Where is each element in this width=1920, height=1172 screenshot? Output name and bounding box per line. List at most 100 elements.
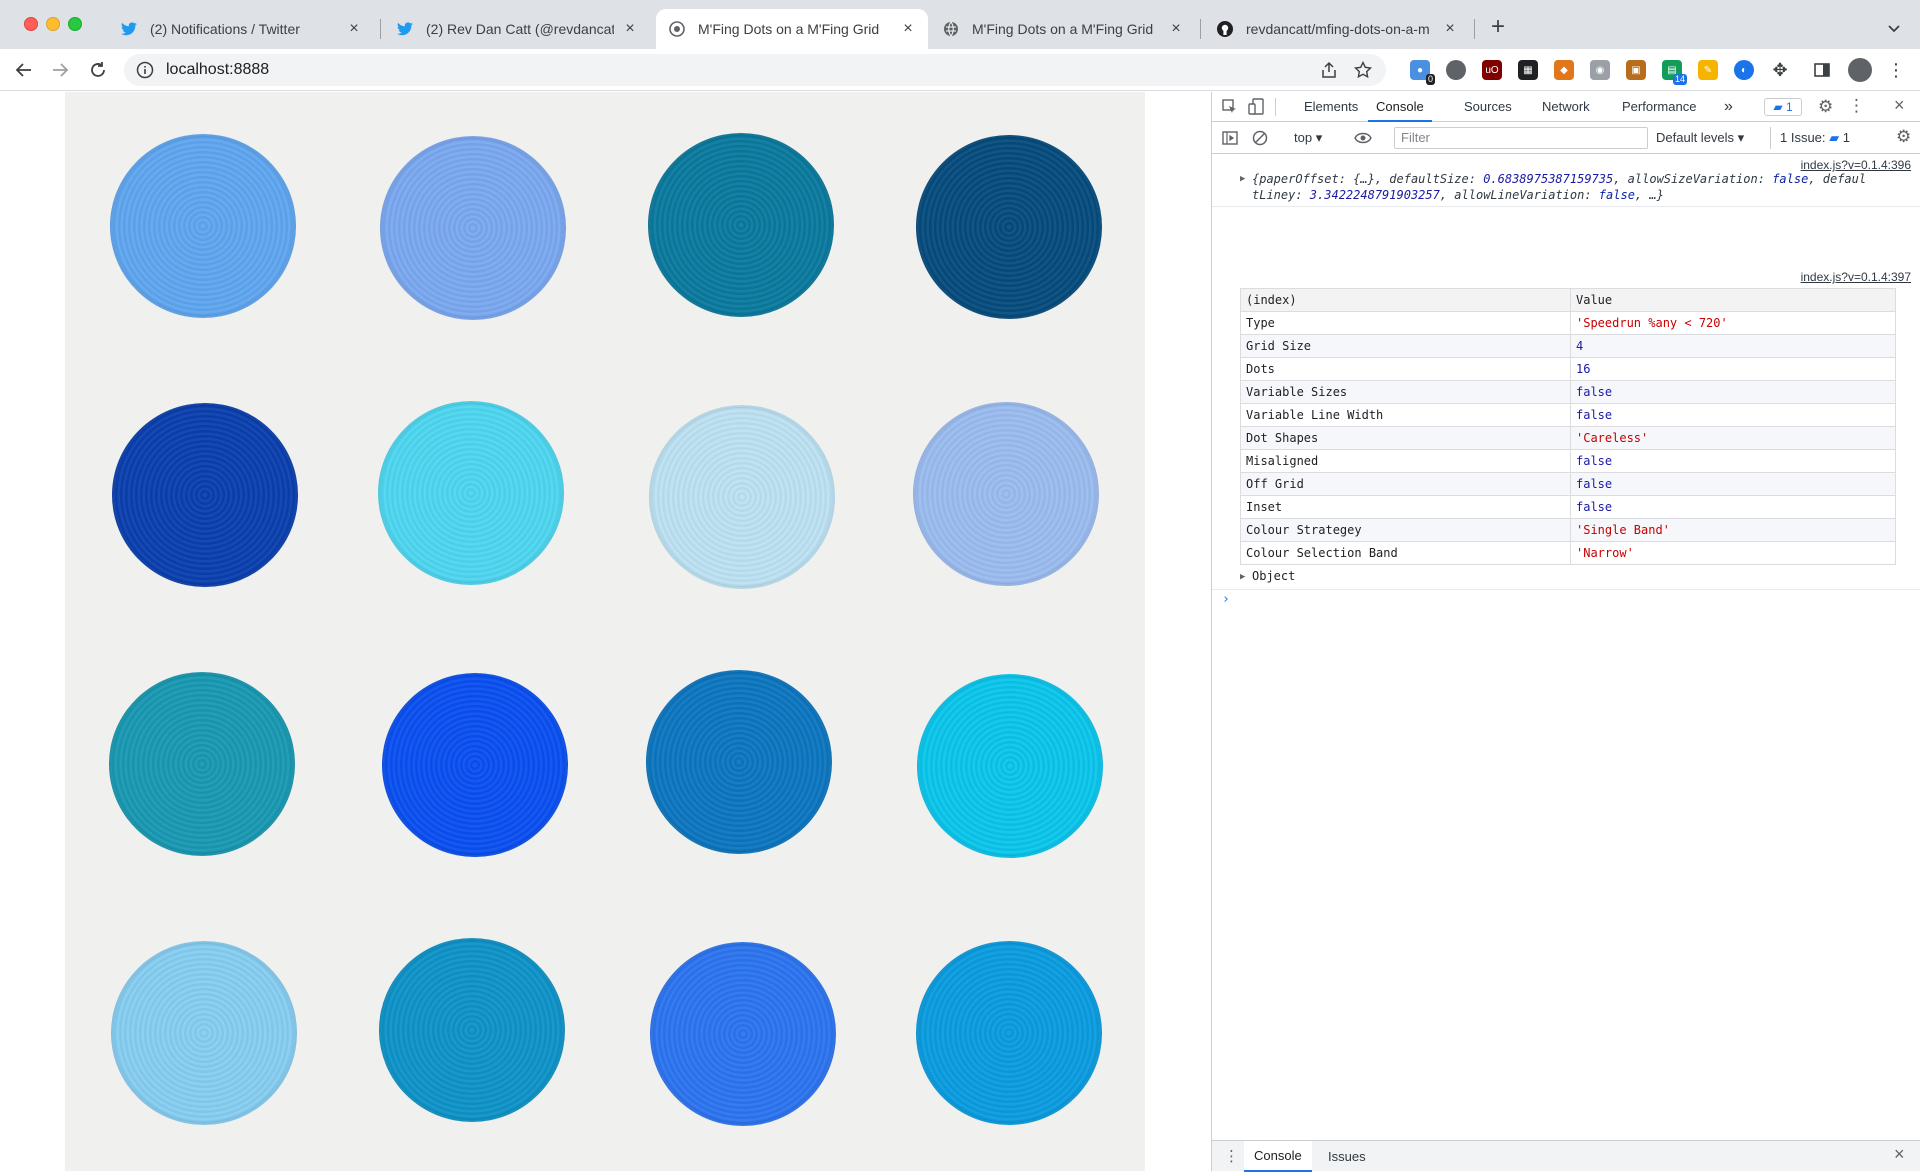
reload-button[interactable] [86,58,110,82]
art-canvas[interactable] [65,92,1145,1171]
log-divider [1212,206,1920,207]
close-icon[interactable]: × [622,21,638,37]
tab-divider [1474,19,1475,39]
more-tabs-chevron-icon[interactable]: » [1724,92,1733,122]
tab-title: M'Fing Dots on a M'Fing Grid [972,21,1154,37]
expand-triangle-icon[interactable]: ▶ [1240,174,1245,184]
tab-search-chevron-icon[interactable] [1884,18,1904,38]
browser-tab[interactable]: (2) Rev Dan Catt (@revdancatt × [384,9,650,49]
drawer-tab-issues[interactable]: Issues [1328,1141,1366,1172]
expand-triangle-icon[interactable]: ▶ [1240,572,1245,582]
table-row: Colour Strategey 'Single Band' [1240,518,1896,542]
tab-console[interactable]: Console [1368,92,1432,122]
table-cell-value: 16 [1570,357,1896,381]
back-button[interactable] [12,58,36,82]
pencil-icon[interactable]: ✎ [1698,60,1718,80]
metamask-fox-icon[interactable]: ◆ [1554,60,1574,80]
close-icon[interactable]: × [1168,21,1184,37]
extension-box-icon[interactable]: ▣ [1626,60,1646,80]
table-cell-value: false [1570,495,1896,519]
table-row: Dot Shapes 'Careless' [1240,426,1896,450]
grid-dot [916,135,1102,319]
camera-icon[interactable]: ◉ [1590,60,1610,80]
grid-dot [913,402,1099,586]
messages-badge[interactable]: ▰ 1 [1764,98,1802,116]
log-source-link[interactable]: index.js?v=0.1.4:397 [1801,270,1911,284]
tab-performance[interactable]: Performance [1622,92,1696,122]
issues-button[interactable]: 1 Issue: ▰ 1 [1780,130,1850,146]
console-settings-gear-icon[interactable]: ⚙ [1896,127,1911,147]
grid-dot [379,938,565,1122]
info-icon[interactable] [136,61,154,79]
tab-strip: (2) Notifications / Twitter × (2) Rev Da… [0,0,1920,49]
bookmark-star-icon[interactable] [1354,61,1372,79]
new-tab-button[interactable]: + [1486,15,1510,40]
avatar[interactable] [1848,58,1872,82]
drawer-menu-icon[interactable]: ⋮ [1224,1147,1239,1165]
share-icon[interactable] [1320,61,1338,79]
close-icon[interactable]: × [900,21,916,37]
close-icon[interactable]: × [346,21,362,37]
ublock-icon[interactable]: uO [1482,60,1502,80]
clear-console-icon[interactable] [1252,130,1268,146]
extensions-puzzle-icon[interactable]: ✥ [1770,60,1790,80]
minimize-window-button[interactable] [46,17,60,31]
github-icon [1216,20,1234,38]
tab-title: revdancatt/mfing-dots-on-a-m [1246,21,1430,37]
table-header-index[interactable]: (index) [1240,288,1571,312]
kebab-menu-icon[interactable]: ⋮ [1886,60,1906,80]
forward-button[interactable] [48,58,72,82]
table-header-value[interactable]: Value [1570,288,1896,312]
table-cell-value: false [1570,472,1896,496]
browser-tab-active[interactable]: M'Fing Dots on a M'Fing Grid × [656,9,928,49]
table-row: Variable Line Width false [1240,403,1896,427]
grid-dot [646,670,832,854]
object-entry[interactable]: Object [1252,569,1295,583]
browser-tab[interactable]: revdancatt/mfing-dots-on-a-m × [1204,9,1470,49]
table-row: Inset false [1240,495,1896,519]
extension-bird-icon[interactable] [1446,60,1466,80]
extension-badge: 0 [1425,74,1435,85]
browser-tab[interactable]: (2) Notifications / Twitter × [108,9,374,49]
address-bar[interactable]: localhost:8888 [124,54,1386,86]
settings-gear-icon[interactable]: ⚙ [1818,97,1833,117]
kebab-menu-icon[interactable]: ⋮ [1848,96,1865,116]
toolbar-divider [1275,98,1276,116]
tab-elements[interactable]: Elements [1304,92,1358,122]
devtools-tabbar: Elements Console Sources Network Perform… [1212,92,1920,122]
log-object-line[interactable]: {paperOffset: {…}, defaultSize: 0.683897… [1252,172,1866,186]
close-devtools-icon[interactable]: × [1894,95,1905,116]
extension-counter-icon[interactable]: ● 0 [1410,60,1435,85]
grid-dot [917,674,1103,858]
context-select[interactable]: top ▾ [1294,130,1322,146]
side-panel-icon[interactable] [1812,60,1832,80]
maximize-window-button[interactable] [68,17,82,31]
tab-sources[interactable]: Sources [1464,92,1512,122]
sheets-icon[interactable]: ▤ 14 [1662,60,1687,85]
close-window-button[interactable] [24,17,38,31]
console-filter-input[interactable]: Filter [1394,127,1648,149]
log-divider [1212,589,1920,590]
device-toolbar-icon[interactable] [1248,98,1266,116]
extension-circle-icon[interactable]: ◐ [1734,60,1754,80]
close-icon[interactable]: × [1442,21,1458,37]
tab-network[interactable]: Network [1542,92,1590,122]
twitter-icon [120,20,138,38]
extension-grid-icon[interactable]: ▦ [1518,60,1538,80]
browser-tab[interactable]: M'Fing Dots on a M'Fing Grid × [930,9,1196,49]
sidebar-toggle-icon[interactable] [1222,130,1238,146]
close-drawer-icon[interactable]: × [1894,1144,1905,1165]
console-filter-bar: top ▾ Filter Default levels ▾ 1 Issue: ▰… [1212,122,1920,154]
log-source-link[interactable]: index.js?v=0.1.4:396 [1801,158,1911,172]
table-cell-key: Variable Line Width [1240,403,1571,427]
table-cell-key: Inset [1240,495,1571,519]
inspect-element-icon[interactable] [1222,99,1238,115]
prompt-chevron-icon[interactable]: › [1222,592,1230,607]
grid-dot [380,136,566,320]
drawer-tab-console[interactable]: Console [1244,1141,1312,1172]
eye-icon[interactable] [1354,131,1372,145]
log-levels-dropdown[interactable]: Default levels ▾ [1656,130,1744,146]
tab-title: (2) Rev Dan Catt (@revdancatt [426,21,614,37]
extension-badge: 14 [1672,74,1687,85]
table-row: Type 'Speedrun %any < 720' [1240,311,1896,335]
